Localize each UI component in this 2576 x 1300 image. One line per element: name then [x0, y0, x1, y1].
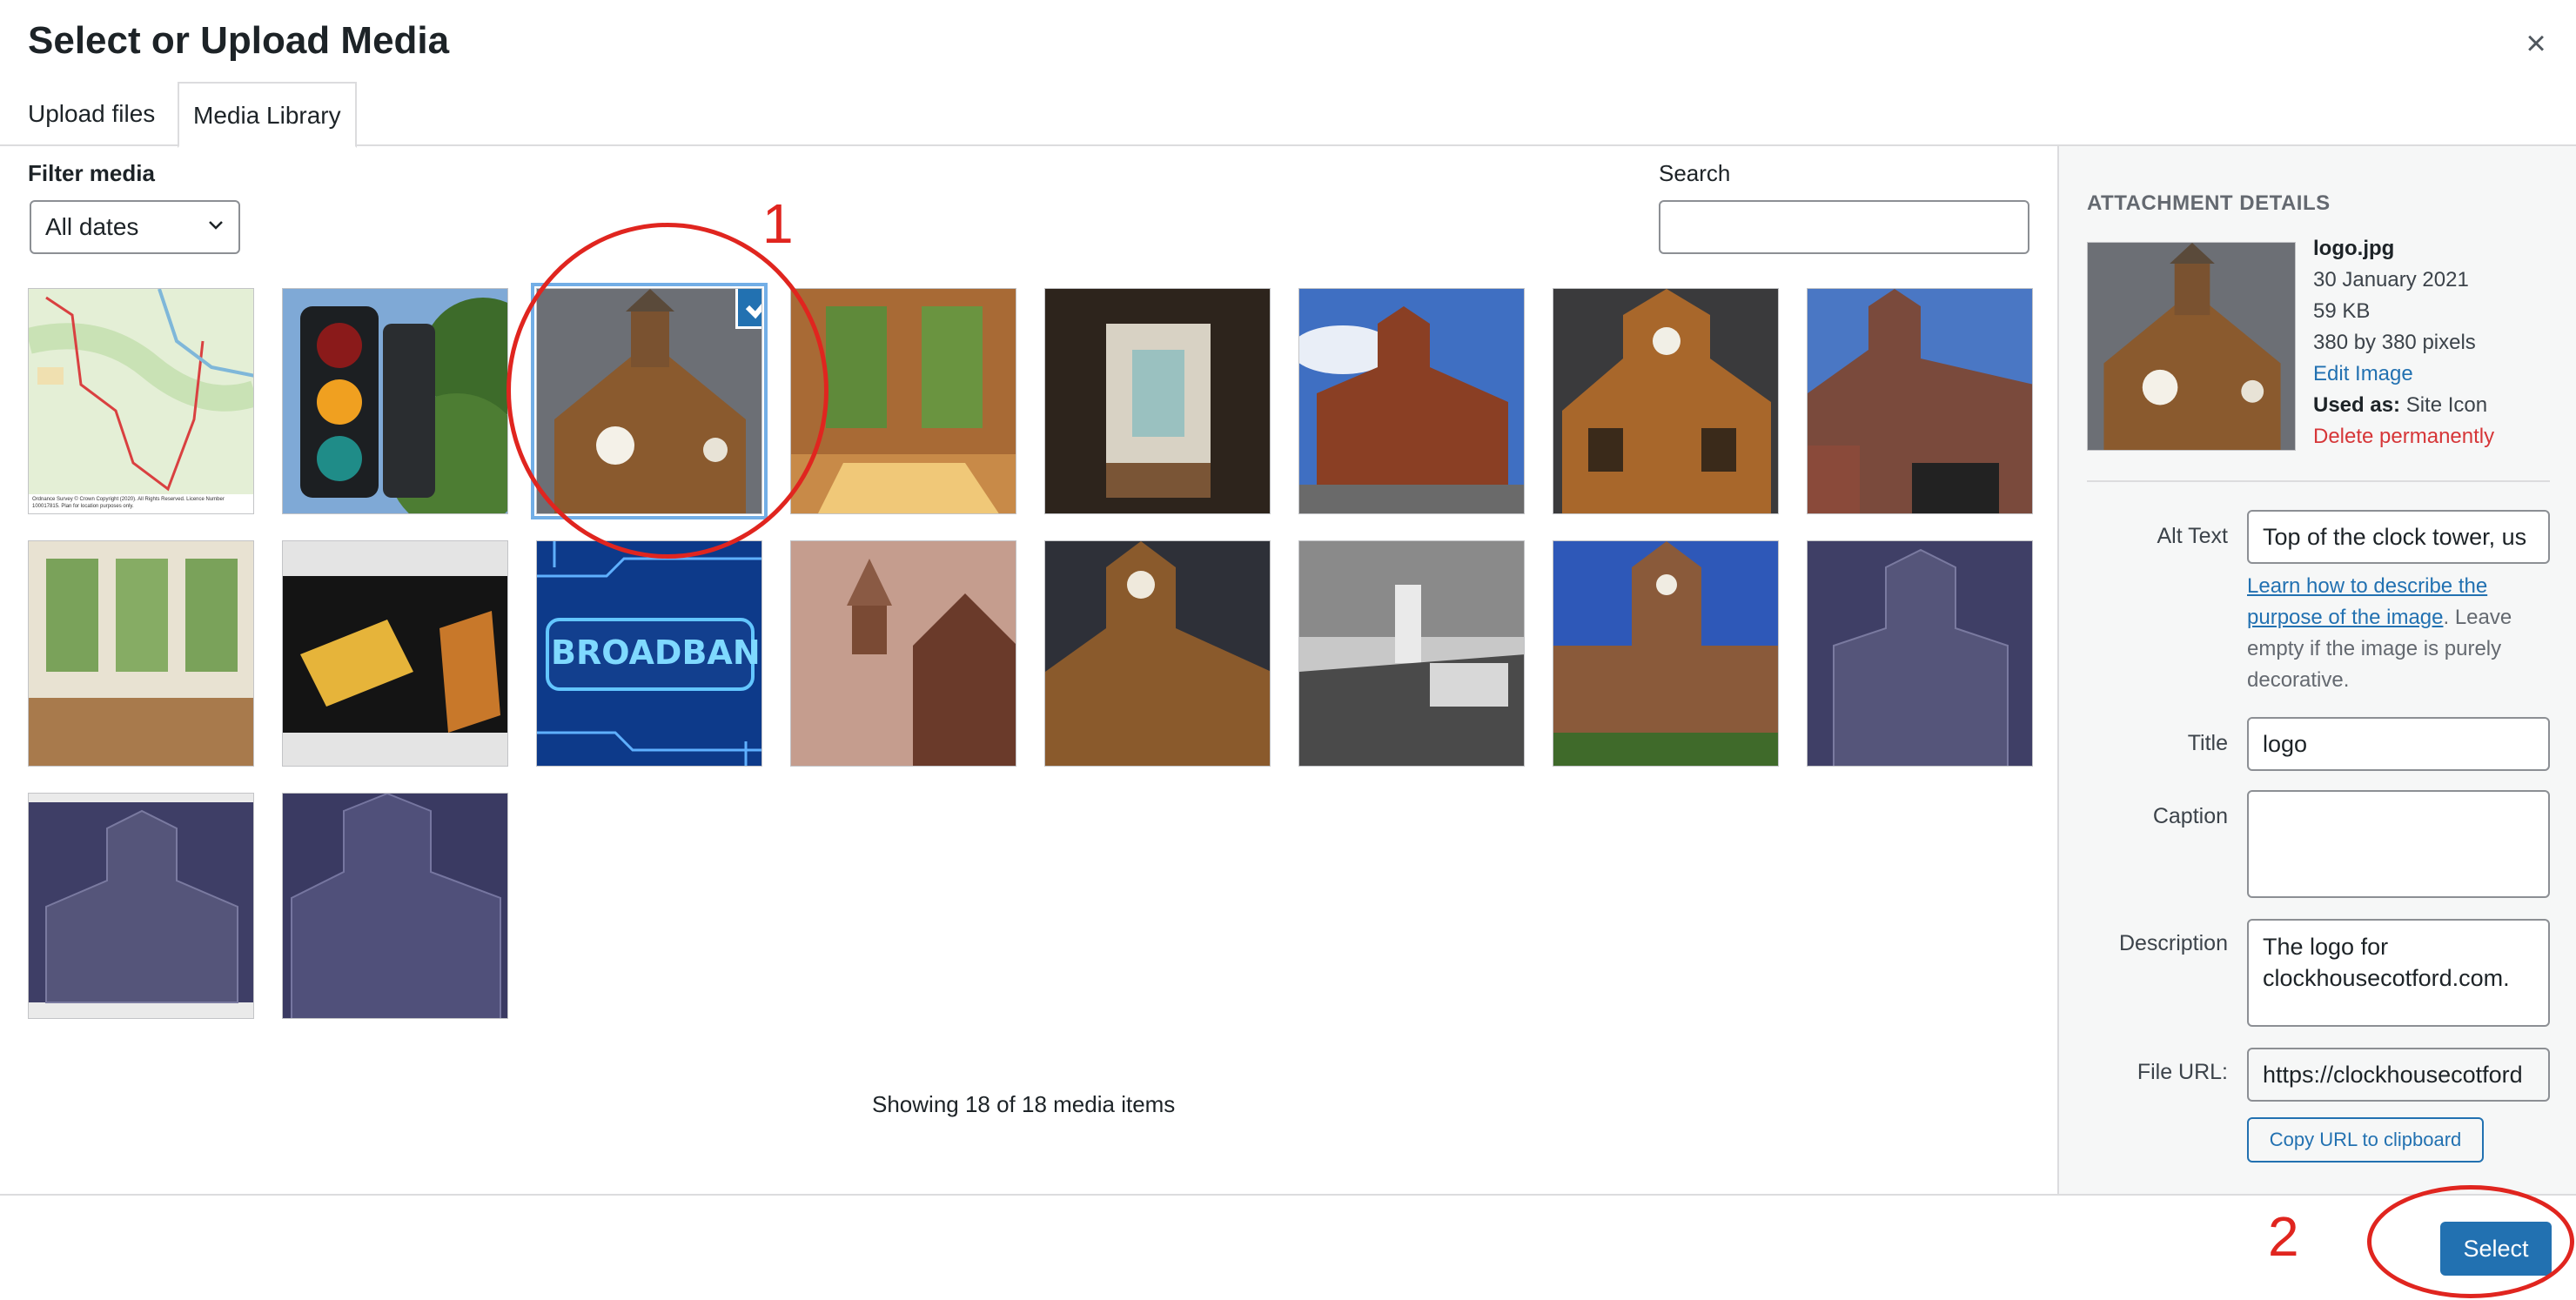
tab-media-library[interactable]: Media Library — [178, 82, 357, 148]
description-textarea[interactable]: The logo for clockhousecotford.com. — [2247, 919, 2550, 1027]
annotation-circle-1 — [506, 223, 828, 559]
file-url-input[interactable]: https://clockhousecotford — [2247, 1048, 2550, 1102]
media-tile-tower-sepia[interactable] — [790, 540, 1016, 767]
media-tile-map[interactable]: Ordnance Survey © Crown Copyright (2020)… — [28, 288, 254, 514]
annotation-circle-2 — [2367, 1185, 2574, 1298]
used-as-label: Used as: — [2313, 393, 2401, 417]
attachment-filename: logo.jpg — [2313, 237, 2395, 260]
copy-url-button[interactable]: Copy URL to clipboard — [2247, 1117, 2484, 1163]
map-caption: Ordnance Survey © Crown Copyright (2020)… — [32, 497, 225, 509]
media-tile-broadband[interactable]: BROADBAND — [536, 540, 762, 767]
tab-upload-files[interactable]: Upload files — [14, 82, 169, 146]
broadband-text: BROADBAND — [551, 633, 761, 672]
alt-text-input[interactable]: Top of the clock tower, us — [2247, 510, 2550, 564]
date-filter-select[interactable]: All dates — [30, 200, 240, 254]
date-filter-value: All dates — [45, 213, 139, 240]
media-tile-building-gate[interactable] — [1807, 288, 2033, 514]
media-tile-tower-front[interactable] — [1553, 540, 1779, 767]
description-label: Description — [2118, 931, 2228, 955]
media-tile-old-photo-ward[interactable] — [1298, 540, 1525, 767]
media-tile-clock-tower-dark[interactable] — [1044, 540, 1271, 767]
attachment-dimensions: 380 by 380 pixels — [2313, 331, 2476, 354]
title-input[interactable]: logo — [2247, 717, 2550, 771]
caption-label: Caption — [2152, 804, 2228, 828]
annotation-number-2: 2 — [2268, 1205, 2299, 1268]
used-as-row: Used as: Site Icon — [2313, 393, 2487, 418]
media-tile-tower-purple-1[interactable] — [1807, 540, 2033, 767]
showing-count: Showing 18 of 18 media items — [872, 1091, 1176, 1117]
alt-text-label: Alt Text — [2157, 524, 2228, 548]
close-icon[interactable]: × — [2519, 26, 2553, 61]
media-tile-tower-purple-2[interactable] — [28, 793, 254, 1019]
file-url-label: File URL: — [2137, 1060, 2228, 1084]
attachment-thumbnail — [2087, 242, 2296, 451]
search-label: Search — [1659, 160, 1731, 186]
details-divider — [2087, 480, 2550, 482]
media-tile-traffic-lights[interactable] — [282, 288, 508, 514]
annotation-number-1: 1 — [762, 192, 794, 255]
delete-permanently-text[interactable]: Delete permanently — [2313, 425, 2494, 448]
title-label: Title — [2187, 731, 2228, 755]
media-tile-doorway[interactable] — [1044, 288, 1271, 514]
caption-textarea[interactable] — [2247, 790, 2550, 898]
media-tile-network-cable[interactable] — [282, 540, 508, 767]
delete-permanently-link[interactable]: Delete permanently — [2313, 425, 2494, 449]
attachment-date: 30 January 2021 — [2313, 268, 2469, 291]
media-tile-tower-purple-3[interactable] — [282, 793, 508, 1019]
media-tile-clock-tower-sunlit[interactable] — [1553, 288, 1779, 514]
media-tile-building-blue-sky[interactable] — [1298, 288, 1525, 514]
edit-image-link[interactable]: Edit Image — [2313, 362, 2413, 386]
tab-bar: Upload files Media Library — [0, 82, 2576, 148]
chevron-down-icon — [209, 221, 223, 230]
modal-footer — [0, 1194, 2576, 1300]
used-as-value: Site Icon — [2405, 393, 2488, 417]
filter-media-label: Filter media — [28, 160, 155, 186]
alt-text-help: Learn how to describe the purpose of the… — [2247, 571, 2560, 696]
edit-image-link-text[interactable]: Edit Image — [2313, 362, 2413, 385]
attachment-size: 59 KB — [2313, 299, 2371, 323]
media-tile-bay-window-room[interactable] — [28, 540, 254, 767]
modal-title: Select or Upload Media — [28, 19, 450, 62]
search-input[interactable] — [1659, 200, 2029, 254]
attachment-details-heading: ATTACHMENT DETAILS — [2087, 191, 2331, 215]
